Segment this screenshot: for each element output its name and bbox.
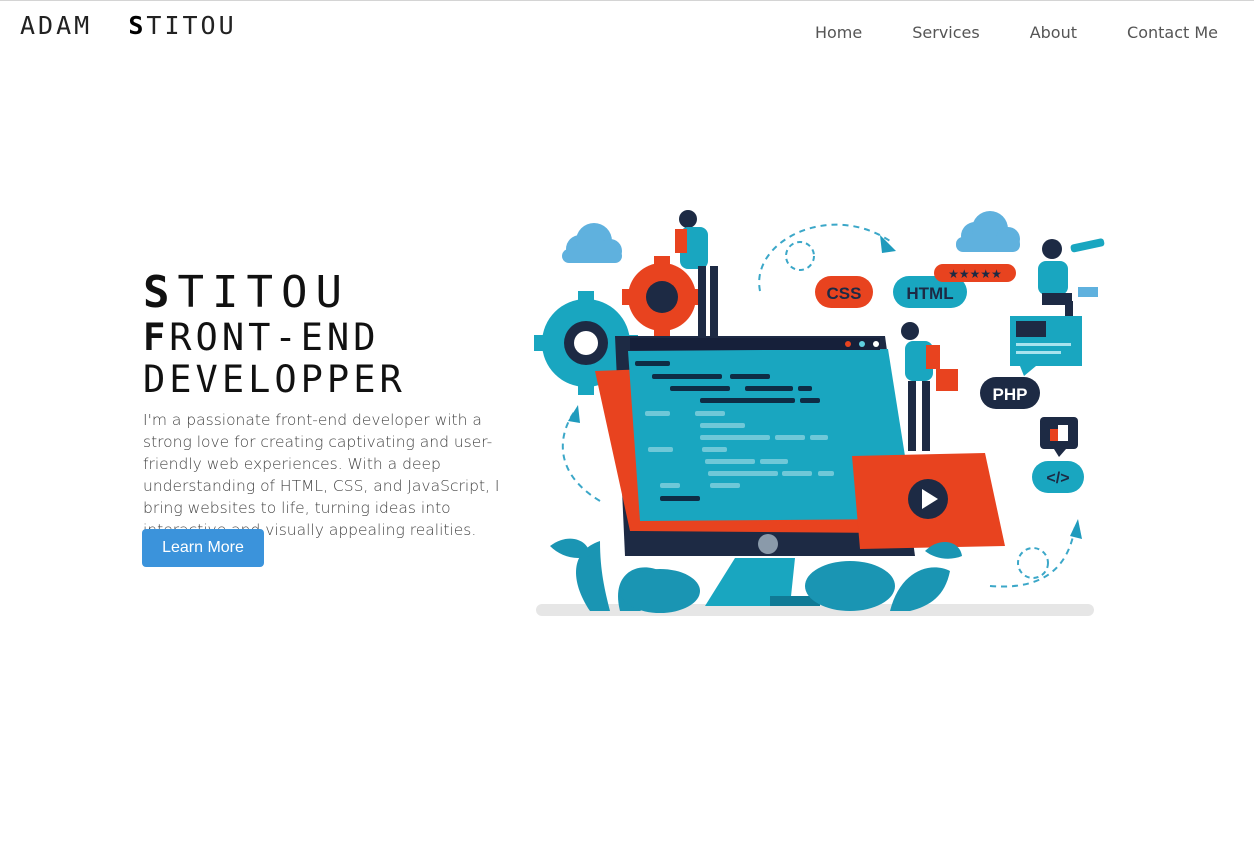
hero-name: STITOU — [143, 269, 406, 317]
hero-role-line2: DEVELOPPER — [143, 358, 406, 401]
thumbs-up-icon — [1040, 417, 1078, 457]
nav-home[interactable]: Home — [815, 23, 862, 42]
hero-description: I'm a passionate front-end developer wit… — [143, 411, 500, 539]
main-nav: Home Services About Contact Me — [765, 23, 1218, 42]
dashed-circle — [785, 241, 815, 271]
nav-contact[interactable]: Contact Me — [1127, 23, 1218, 42]
learn-more-button[interactable]: Learn More — [142, 529, 264, 567]
arrow-head — [880, 235, 896, 253]
code-tag-badge: </> — [1032, 461, 1084, 493]
php-badge: PHP — [980, 377, 1040, 409]
developer-person-icon — [901, 322, 958, 451]
hero-name-initial: S — [143, 267, 178, 318]
dashed-arrow — [561, 410, 601, 502]
hero-role-initial: F — [143, 316, 170, 359]
hero-role-line1: FRONT-END — [143, 317, 406, 359]
chat-window-icon — [1010, 316, 1082, 376]
logo-last-initial: S — [128, 11, 147, 40]
nav-about[interactable]: About — [1030, 23, 1077, 42]
logo-first-name: ADAM — [20, 11, 93, 40]
dashed-circle — [1017, 547, 1049, 579]
css-badge-label: CSS — [827, 284, 862, 303]
arrow-head — [568, 405, 580, 423]
cloud-icon — [956, 211, 1020, 252]
logo-last-rest: TITOU — [146, 11, 237, 40]
html-badge-label: HTML — [906, 284, 953, 303]
hero-illustration: CSS HTML ★★★★★ PHP </> — [530, 201, 1120, 626]
code-tag-label: </> — [1046, 470, 1069, 487]
hero-name-rest: TITOU — [177, 267, 350, 318]
arrow-head — [1070, 519, 1082, 539]
site-logo[interactable]: ADAM STITOU — [20, 11, 237, 40]
video-player-icon — [852, 453, 1005, 549]
rating-stars-icon: ★★★★★ — [934, 264, 1016, 282]
svg-text:★★★★★: ★★★★★ — [948, 267, 1002, 281]
cloud-icon — [562, 223, 622, 263]
dashed-arrow — [989, 525, 1076, 588]
css-badge: CSS — [815, 276, 873, 308]
hero-title: STITOU FRONT-END DEVELOPPER — [143, 269, 406, 401]
hero-role-rest: RONT-END — [169, 316, 380, 359]
php-badge-label: PHP — [993, 385, 1028, 404]
nav-services[interactable]: Services — [912, 23, 979, 42]
